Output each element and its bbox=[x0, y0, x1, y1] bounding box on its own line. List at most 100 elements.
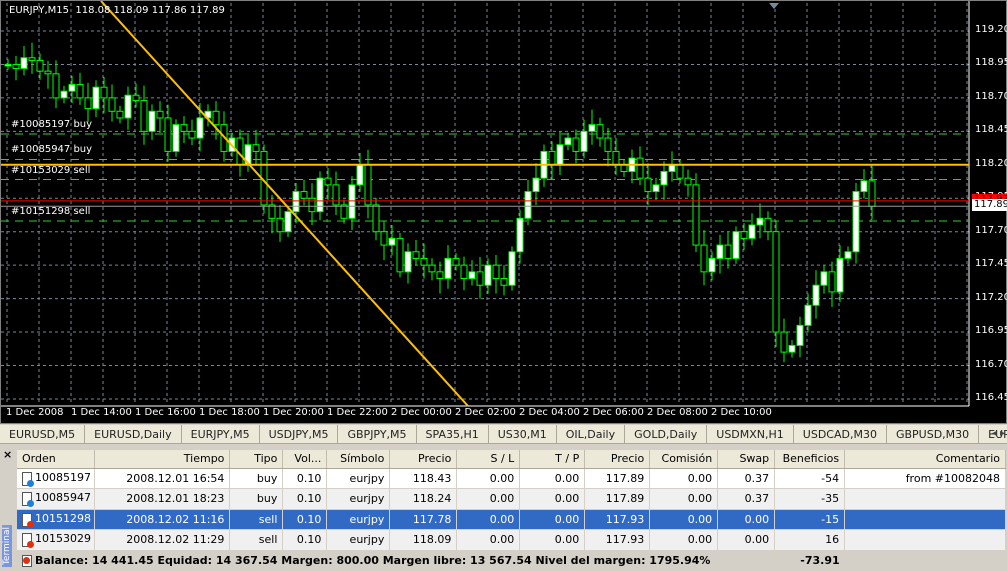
order-cell: 117.93 bbox=[584, 509, 651, 530]
cell-text: 117.89 bbox=[605, 492, 645, 506]
order-cell: eurjpy bbox=[326, 488, 391, 510]
candle-body bbox=[164, 117, 172, 152]
summary-row: Balance: 14 441.45 Equidad: 14 367.54 Ma… bbox=[17, 550, 1006, 571]
candle-body bbox=[748, 224, 756, 239]
candle-body bbox=[636, 157, 644, 179]
order-cell: 0.00 bbox=[519, 529, 586, 551]
order-cell: 0.00 bbox=[519, 509, 586, 530]
chart-title: EURJPY,M15 118.08 118.09 117.86 117.89 bbox=[9, 5, 225, 16]
empty-cell bbox=[844, 550, 1006, 571]
candle-body bbox=[116, 110, 124, 119]
column-header[interactable]: Comisión bbox=[649, 450, 719, 469]
candle-body bbox=[84, 97, 92, 110]
time-tick: 1 Dec 20:00 bbox=[263, 407, 324, 418]
chart-tab[interactable]: USDCAD,M30 bbox=[794, 425, 887, 443]
candle-body bbox=[500, 278, 508, 286]
chart-tab[interactable]: EURJPY,M5 bbox=[182, 425, 260, 443]
cell-text: 10085197 bbox=[35, 470, 91, 484]
column-header[interactable]: Vol... bbox=[282, 450, 328, 469]
candle-body bbox=[180, 124, 188, 132]
chart-tab[interactable]: GBPUSD,M30 bbox=[887, 425, 980, 443]
chart-tab[interactable]: USDMXN,H1 bbox=[707, 425, 794, 443]
candle-body bbox=[812, 284, 820, 306]
close-icon[interactable]: × bbox=[3, 448, 12, 461]
column-header[interactable]: Orden bbox=[17, 450, 96, 469]
sell-order-icon bbox=[22, 533, 34, 549]
column-header[interactable]: Tipo bbox=[229, 450, 284, 469]
time-tick: 2 Dec 04:00 bbox=[519, 407, 580, 418]
candle-body bbox=[620, 164, 628, 172]
cell-text: 117.93 bbox=[605, 533, 645, 547]
order-row[interactable]: 10153029 2008.12.02 11:29 sell 0.10 eurjpy 11… bbox=[17, 529, 1006, 551]
candle-body bbox=[388, 237, 396, 246]
chart-tab[interactable]: EURUSD,Daily bbox=[85, 425, 182, 443]
cell-text: 0.00 bbox=[554, 533, 580, 547]
order-cell bbox=[844, 488, 1006, 510]
chart-tab[interactable]: US30,M1 bbox=[489, 425, 557, 443]
price-chart[interactable]: EURJPY,M15 118.08 118.09 117.86 117.89 #… bbox=[0, 0, 1007, 424]
order-row[interactable]: 10151298 2008.12.02 11:16 sell 0.10 eurjpy 11… bbox=[17, 509, 1006, 530]
candle-body bbox=[572, 137, 580, 152]
column-header[interactable]: T / P bbox=[519, 450, 586, 469]
candle-body bbox=[692, 184, 700, 246]
candle-body bbox=[44, 70, 52, 75]
price-tick: 117.45 bbox=[975, 258, 1007, 270]
bid-price-label: 117.89 bbox=[972, 199, 1007, 211]
order-cell: 0.00 bbox=[519, 488, 586, 510]
candle-body bbox=[420, 257, 428, 266]
candle-body bbox=[92, 86, 100, 110]
cell-text: 2008.12.02 11:16 bbox=[126, 512, 225, 526]
column-header[interactable]: Tiempo bbox=[94, 450, 231, 469]
candle-body bbox=[524, 191, 532, 219]
candle-body bbox=[284, 211, 292, 233]
terminal-panel: × Terminal Orden Tiempo Tipo Vol... Símbolo P… bbox=[0, 446, 1007, 571]
chart-tab[interactable]: USDJPY,M5 bbox=[260, 425, 339, 443]
candle-body bbox=[292, 191, 300, 213]
order-cell: 0.00 bbox=[649, 468, 719, 489]
chart-tab[interactable]: EURUSD,M5 bbox=[0, 425, 86, 443]
candle-body bbox=[764, 217, 772, 233]
cell-text: eurjpy bbox=[349, 471, 385, 485]
order-cell: 16 bbox=[774, 529, 846, 551]
column-header[interactable]: Comentario bbox=[844, 450, 1006, 469]
cell-text: 118.24 bbox=[412, 492, 452, 506]
column-header[interactable]: Símbolo bbox=[326, 450, 391, 469]
cell-text: buy bbox=[256, 492, 278, 506]
candle-body bbox=[820, 271, 828, 286]
cell-text: 117.89 bbox=[605, 471, 645, 485]
order-cell: from #10082048 bbox=[844, 468, 1006, 489]
candle-body bbox=[564, 137, 572, 146]
candle-body bbox=[676, 164, 684, 179]
candle-body bbox=[412, 251, 420, 259]
column-header[interactable]: Beneficios bbox=[774, 450, 846, 469]
candle-body bbox=[868, 180, 876, 207]
column-header[interactable]: S / L bbox=[456, 450, 521, 469]
chart-tab[interactable]: SPA35,H1 bbox=[417, 425, 489, 443]
tab-scroll-icon[interactable]: ◂ ▸ bbox=[992, 428, 1005, 439]
candle-body bbox=[460, 264, 468, 280]
price-tick: 118.95 bbox=[975, 57, 1007, 69]
candle-body bbox=[396, 237, 404, 273]
candle-body bbox=[604, 137, 612, 152]
cell-text: 0.00 bbox=[554, 492, 580, 506]
order-row[interactable]: 10085947 2008.12.01 18:23 buy 0.10 eurjpy 118… bbox=[17, 488, 1006, 510]
order-row[interactable]: 10085197 2008.12.01 16:54 buy 0.10 eurjpy 118… bbox=[17, 468, 1006, 489]
candle-body bbox=[652, 184, 660, 193]
chart-tab[interactable]: OIL,Daily bbox=[557, 425, 626, 443]
time-tick: 2 Dec 00:00 bbox=[391, 407, 452, 418]
chart-canvas[interactable] bbox=[1, 1, 1007, 425]
column-header[interactable]: Precio bbox=[584, 450, 651, 469]
price-tick: 116.95 bbox=[975, 325, 1007, 337]
order-label: #10153029 sell bbox=[11, 164, 91, 176]
cell-text: -54 bbox=[821, 471, 840, 485]
cell-text: 10153029 bbox=[35, 532, 91, 546]
order-cell bbox=[844, 509, 1006, 530]
column-header[interactable]: Precio bbox=[389, 450, 458, 469]
candle-body bbox=[756, 217, 764, 226]
column-header[interactable]: Swap bbox=[717, 450, 776, 469]
chart-tab[interactable]: GBPJPY,M5 bbox=[338, 425, 417, 443]
order-cell: 0.10 bbox=[282, 488, 328, 510]
order-cell: 2008.12.02 11:29 bbox=[94, 529, 231, 551]
candle-body bbox=[4, 63, 12, 67]
chart-tab[interactable]: GOLD,Daily bbox=[625, 425, 708, 443]
